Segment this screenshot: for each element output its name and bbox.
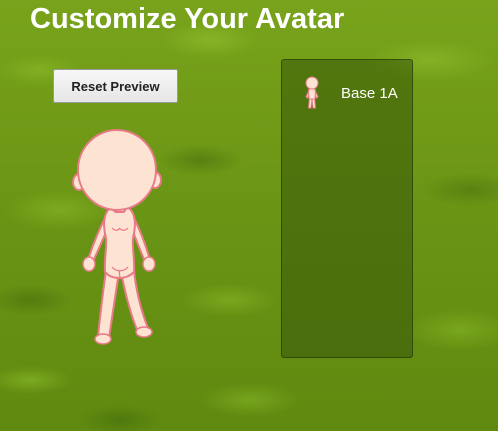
item-list-panel: Base 1A (281, 59, 413, 358)
avatar-base-figure (72, 129, 162, 345)
avatar-base-thumbnail-icon (300, 76, 324, 110)
avatar-preview (70, 122, 170, 347)
reset-preview-button[interactable]: Reset Preview (53, 69, 178, 103)
item-base-1a[interactable]: Base 1A (300, 76, 398, 110)
page-title: Customize Your Avatar (30, 3, 345, 35)
item-label: Base 1A (341, 84, 398, 102)
